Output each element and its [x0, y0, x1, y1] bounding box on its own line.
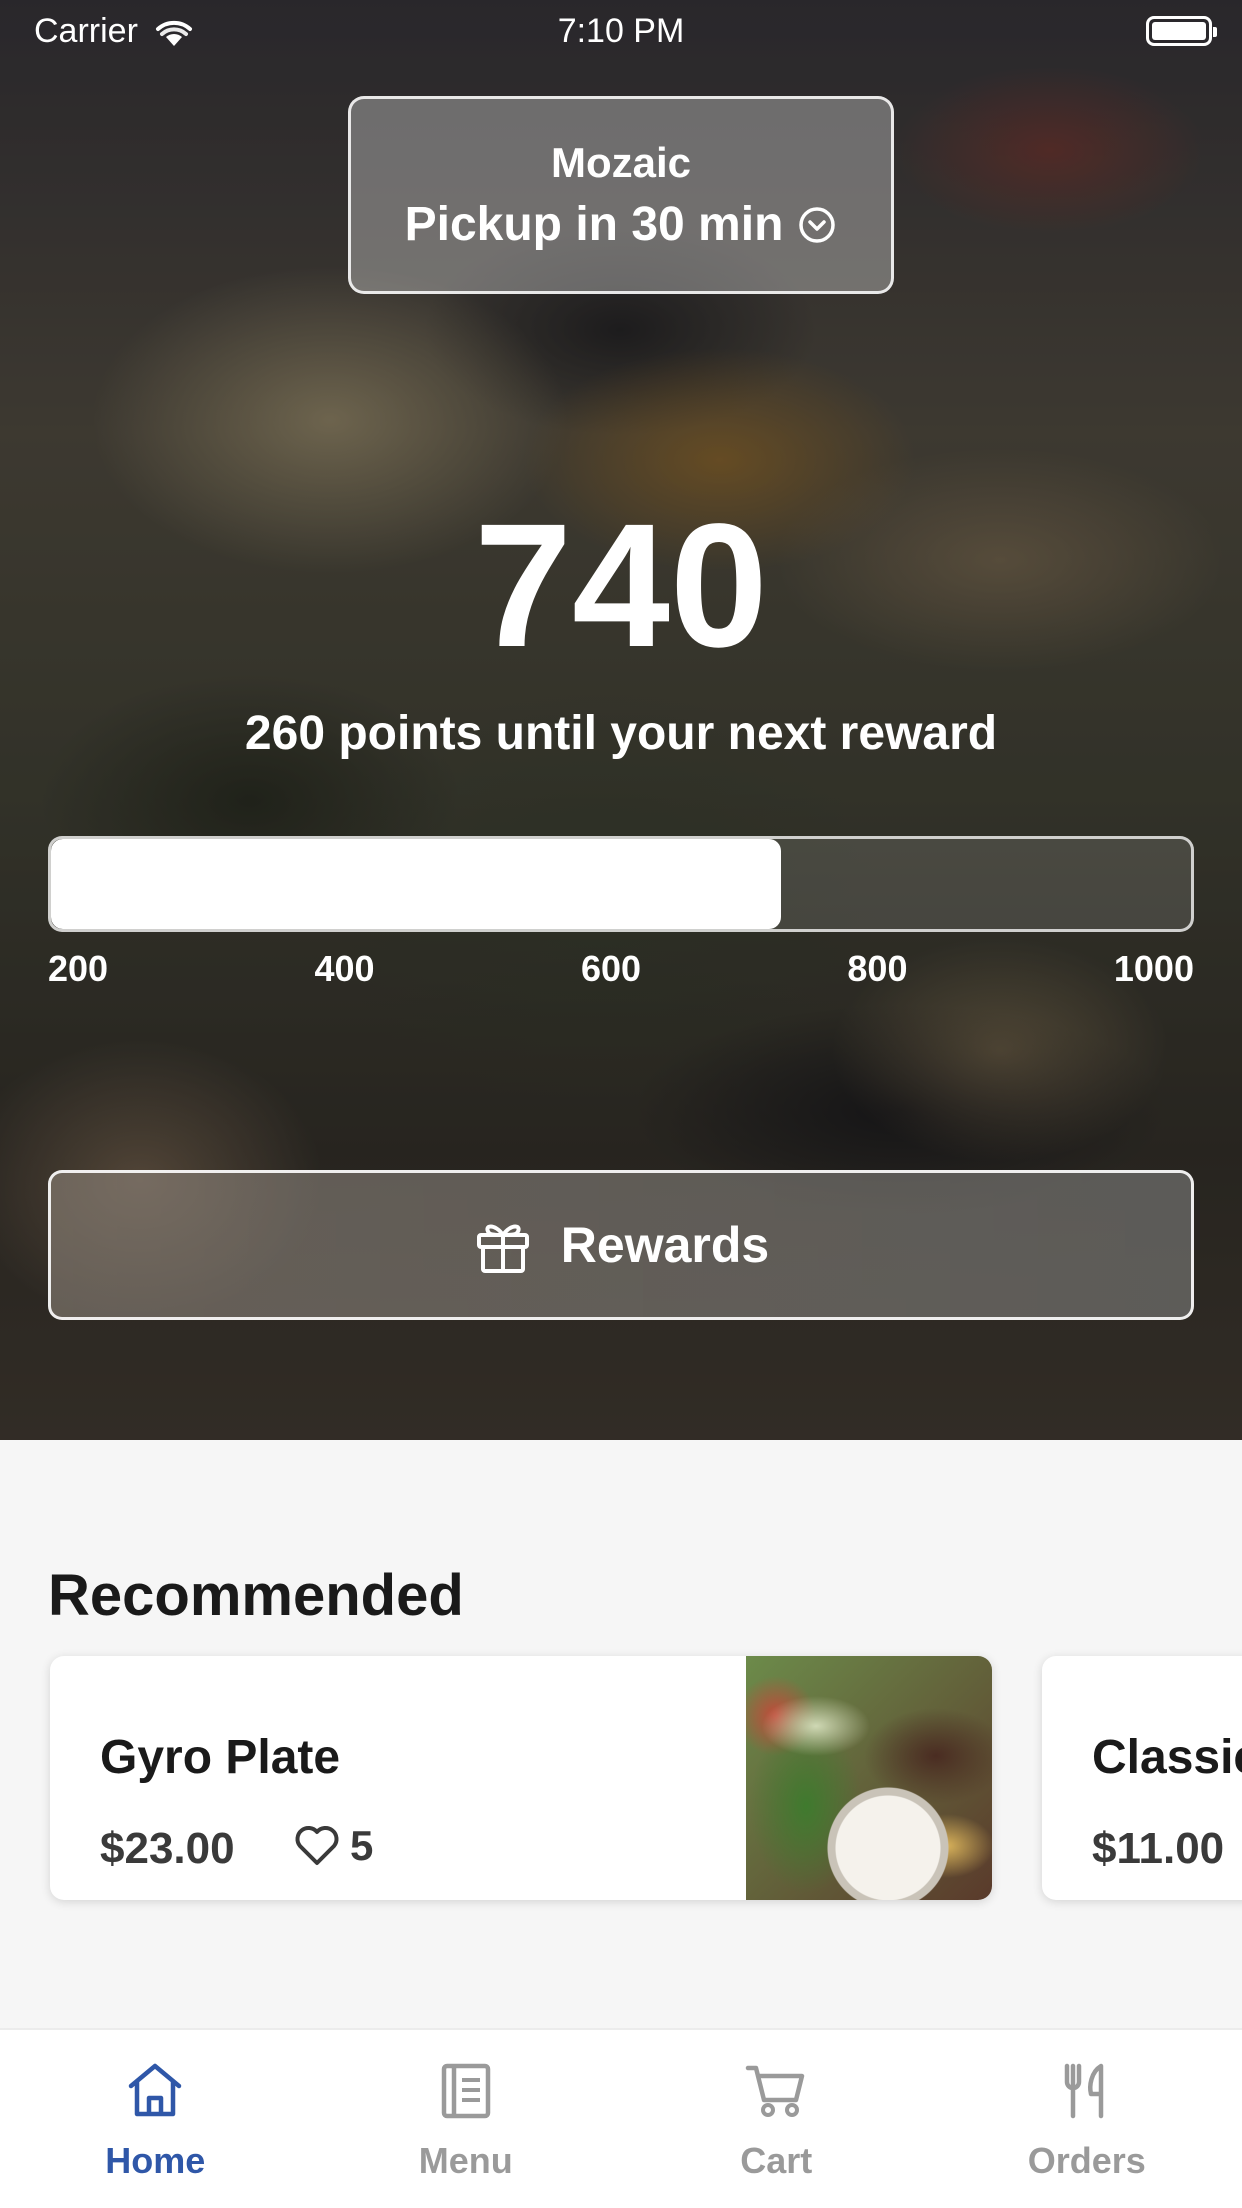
item-name: Classic	[1092, 1731, 1242, 1784]
progress-tick: 200	[48, 948, 109, 989]
status-bar: Carrier 7:10 PM	[0, 0, 1242, 60]
battery-icon	[1146, 16, 1217, 46]
recommended-title: Recommended	[48, 1563, 464, 1628]
fork-knife-icon	[1064, 2063, 1103, 2119]
home-icon	[129, 2063, 182, 2117]
tab-label: Orders	[1027, 2140, 1146, 2181]
gift-icon	[476, 1224, 529, 1273]
heart-icon	[295, 1826, 339, 1865]
cart-icon	[746, 2065, 805, 2117]
recommended-item-card[interactable]: Classic $11.00	[1042, 1656, 1242, 1900]
progress-tick: 800	[847, 948, 908, 989]
item-likes[interactable]: 5	[294, 1822, 373, 1870]
item-price: $23.00	[100, 1824, 235, 1873]
tab-cart[interactable]: Cart	[621, 2030, 932, 2208]
item-name: Gyro Plate	[100, 1731, 341, 1784]
progress-ticks: 200 400 600 800 1000	[48, 948, 1194, 990]
rewards-button[interactable]: Rewards	[48, 1170, 1194, 1320]
hero-banner: Carrier 7:10 PM Mozaic Pickup in 30 min …	[0, 0, 1242, 1440]
item-photo	[746, 1656, 992, 1900]
chevron-down-circle-icon	[799, 206, 836, 243]
restaurant-name: Mozaic	[550, 139, 692, 186]
location-selector[interactable]: Mozaic Pickup in 30 min	[348, 96, 894, 294]
tab-label: Cart	[740, 2140, 813, 2181]
menu-icon	[441, 2063, 490, 2119]
item-price: $11.00	[1092, 1824, 1225, 1873]
tab-menu[interactable]: Menu	[311, 2030, 622, 2208]
tab-home[interactable]: Home	[0, 2030, 311, 2208]
tab-label: Menu	[418, 2140, 513, 2181]
progress-tick: 600	[580, 948, 642, 989]
progress-tick: 1000	[1113, 948, 1194, 989]
rewards-button-label: Rewards	[560, 1217, 770, 1273]
reward-progress-fill	[51, 839, 781, 929]
likes-count: 5	[350, 1822, 374, 1869]
progress-tick: 400	[314, 948, 375, 989]
clock: 7:10 PM	[557, 12, 685, 50]
points-caption: 260 points until your next reward	[244, 707, 998, 760]
recommended-item-card[interactable]: Gyro Plate $23.00 5	[50, 1656, 992, 1900]
reward-progress-bar	[48, 836, 1194, 932]
tab-label: Home	[105, 2140, 206, 2181]
pickup-time: Pickup in 30 min	[404, 198, 784, 251]
points-balance: 740	[474, 488, 768, 684]
tab-bar: Home Menu Cart Orders	[0, 2028, 1242, 2208]
tab-orders[interactable]: Orders	[932, 2030, 1242, 2208]
